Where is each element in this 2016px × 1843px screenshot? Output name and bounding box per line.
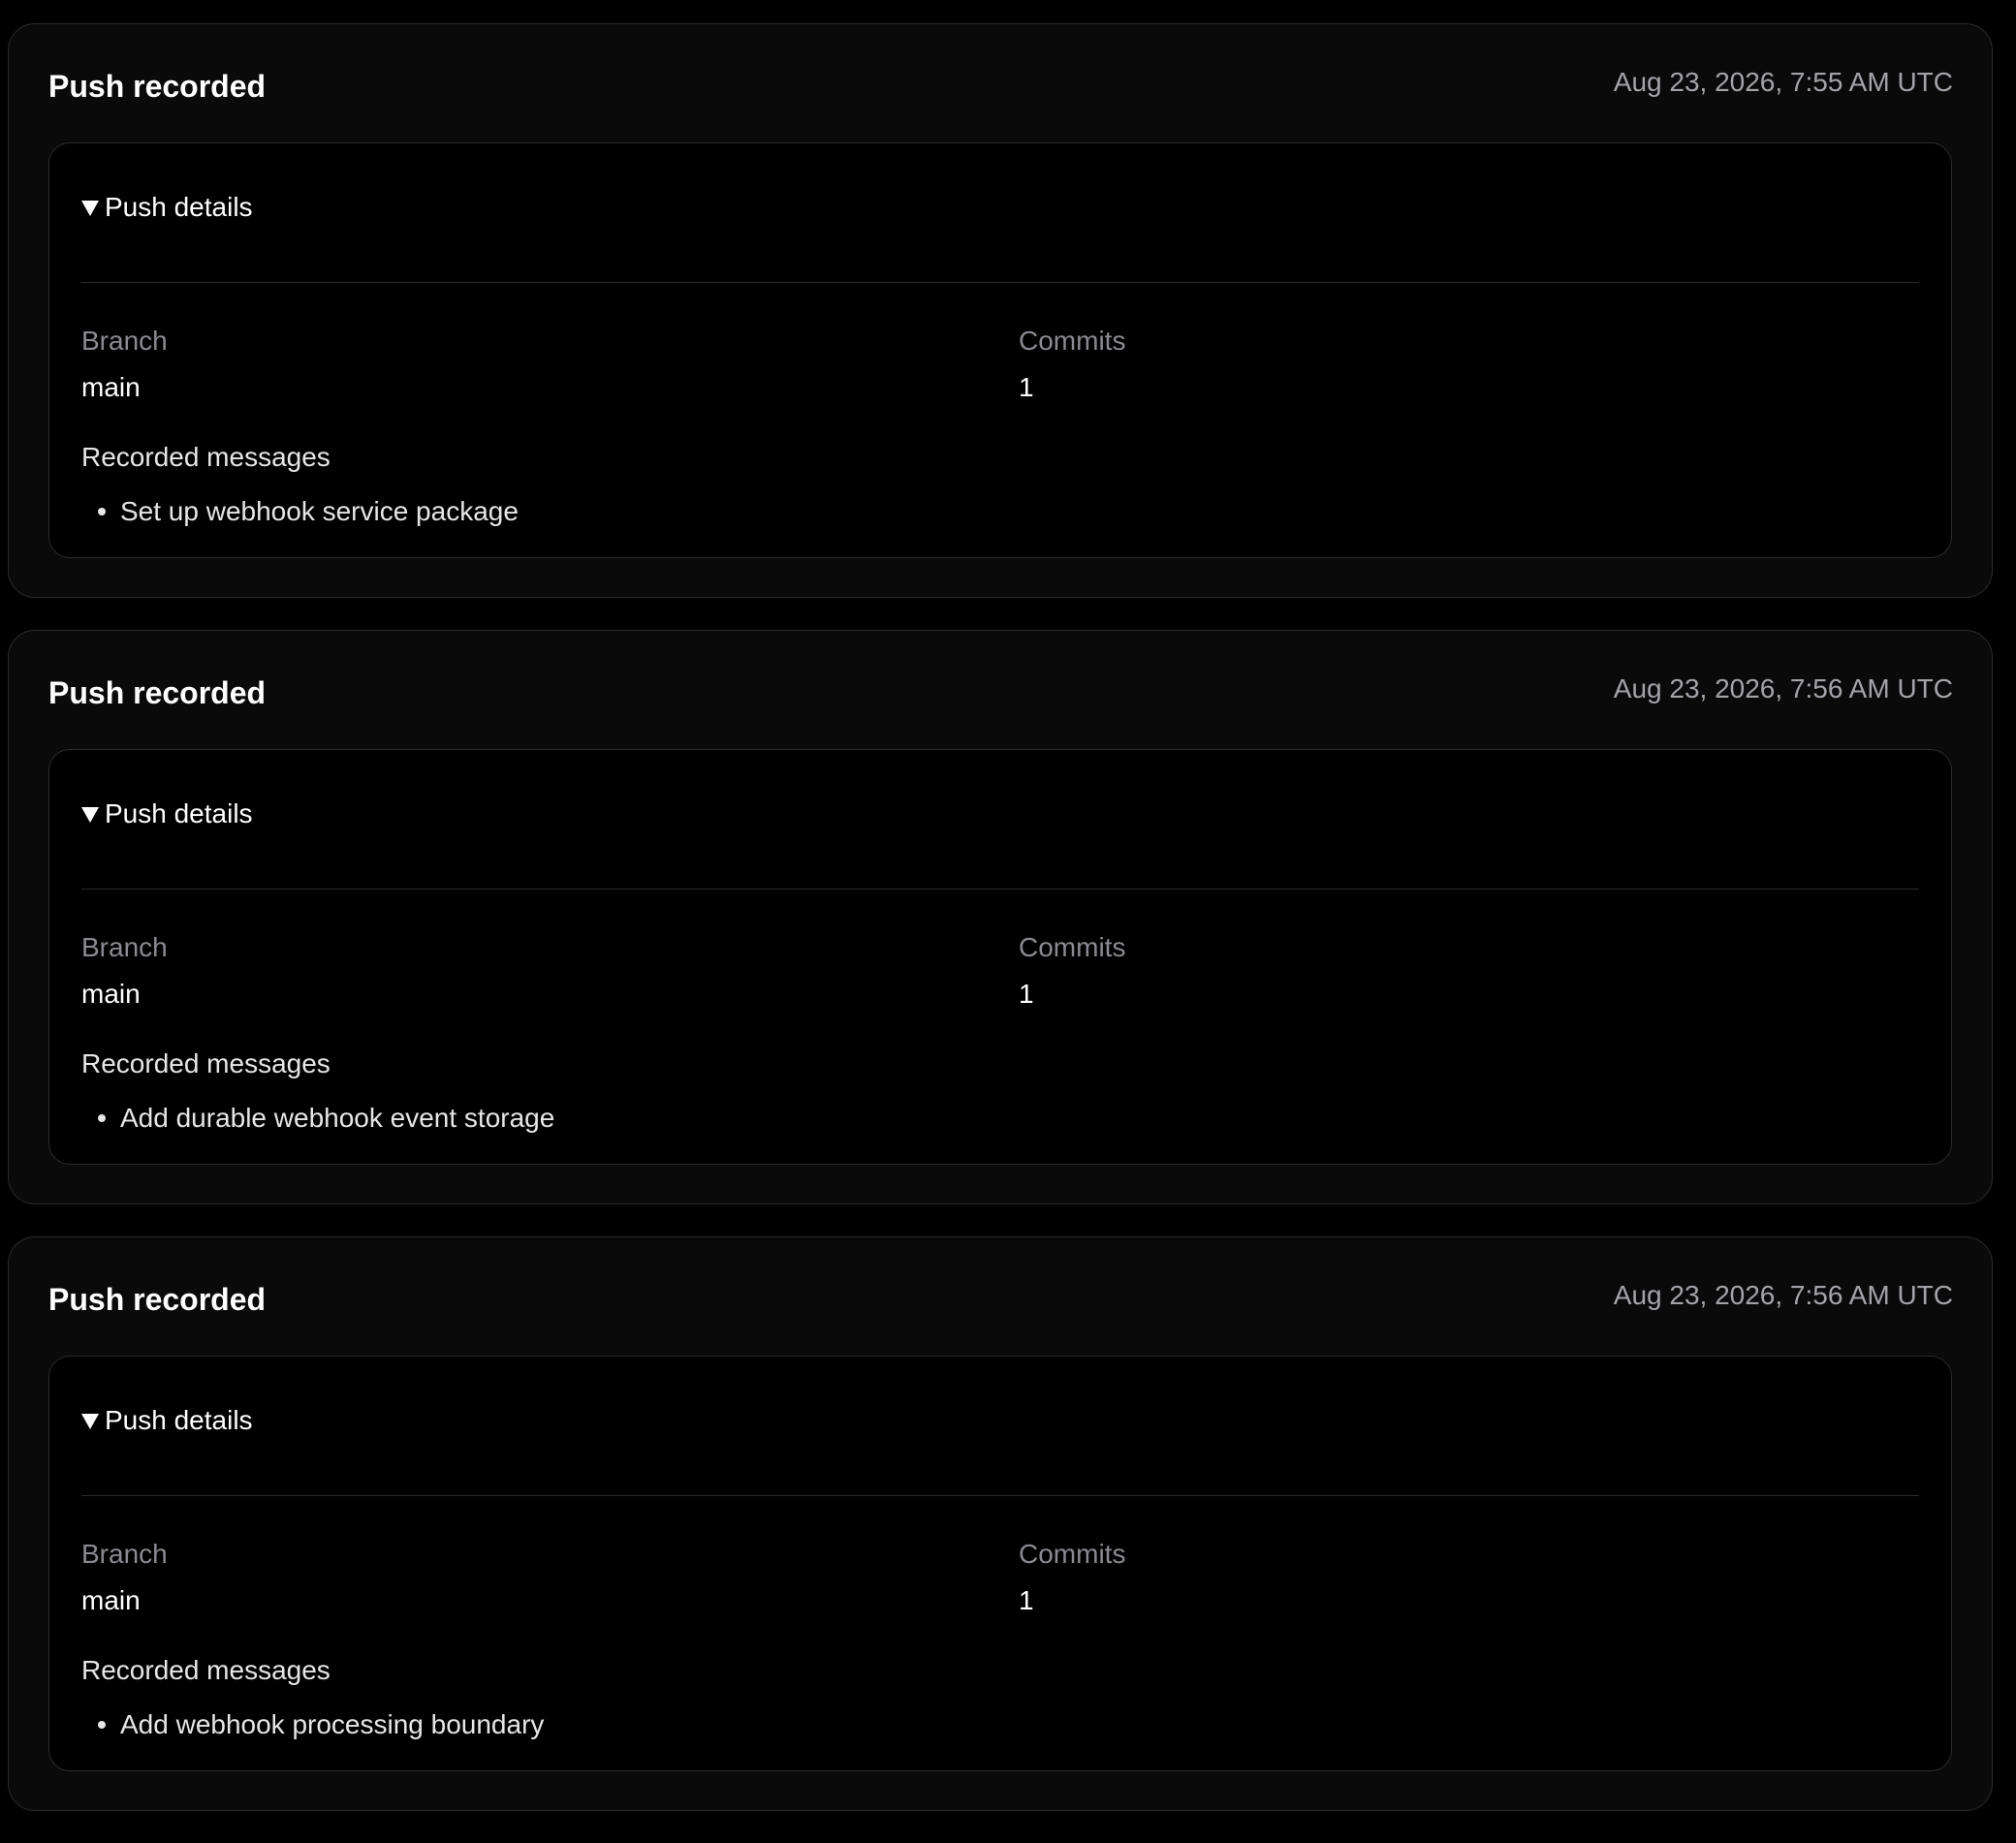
bullet-icon [98, 508, 106, 515]
commits-label: Commits [1019, 932, 1126, 962]
branch-value: main [81, 979, 141, 1009]
commit-message: Set up webhook service package [120, 496, 519, 526]
recorded-messages-label: Recorded messages [81, 1655, 331, 1685]
commits-value: 1 [1019, 372, 1034, 402]
branch-label: Branch [81, 1539, 168, 1569]
details-divider [81, 1495, 1919, 1496]
push-details-panel: Push details Branch main Commits 1 Recor… [48, 1356, 1952, 1771]
push-event-card: Push recorded Aug 23, 2026, 7:56 AM UTC … [8, 1236, 1993, 1811]
branch-label: Branch [81, 326, 168, 356]
commit-message: Add durable webhook event storage [120, 1103, 555, 1133]
details-divider [81, 282, 1919, 283]
event-timestamp: Aug 23, 2026, 7:56 AM UTC [1613, 673, 1953, 703]
push-details-toggle[interactable]: Push details [81, 194, 253, 221]
branch-value: main [81, 372, 141, 402]
branch-value: main [81, 1585, 141, 1615]
recorded-messages-list: Set up webhook service package [81, 498, 519, 525]
commits-label: Commits [1019, 1539, 1126, 1569]
event-title: Push recorded [48, 69, 267, 104]
push-event-feed: Push recorded Aug 23, 2026, 7:55 AM UTC … [8, 23, 1993, 1843]
list-item: Add durable webhook event storage [81, 1105, 554, 1132]
details-divider [81, 889, 1919, 890]
recorded-messages-list: Add webhook processing boundary [81, 1711, 544, 1738]
push-details-toggle[interactable]: Push details [81, 1407, 253, 1434]
commit-message: Add webhook processing boundary [120, 1709, 545, 1739]
bullet-icon [98, 1721, 106, 1729]
push-event-card: Push recorded Aug 23, 2026, 7:55 AM UTC … [8, 23, 1993, 598]
event-timestamp: Aug 23, 2026, 7:55 AM UTC [1613, 67, 1953, 97]
commits-value: 1 [1019, 979, 1034, 1009]
push-details-label: Push details [105, 1405, 253, 1435]
recorded-messages-label: Recorded messages [81, 1048, 331, 1078]
list-item: Set up webhook service package [81, 498, 519, 525]
push-details-panel: Push details Branch main Commits 1 Recor… [48, 749, 1952, 1165]
list-item: Add webhook processing boundary [81, 1711, 544, 1738]
push-details-toggle[interactable]: Push details [81, 800, 253, 828]
bullet-icon [98, 1114, 106, 1122]
recorded-messages-label: Recorded messages [81, 442, 331, 472]
recorded-messages-list: Add durable webhook event storage [81, 1105, 554, 1132]
disclosure-triangle-icon [81, 201, 99, 216]
event-title: Push recorded [48, 1282, 267, 1317]
event-title: Push recorded [48, 675, 267, 710]
disclosure-triangle-icon [81, 1414, 99, 1429]
branch-label: Branch [81, 932, 168, 962]
push-details-label: Push details [105, 798, 253, 828]
push-details-panel: Push details Branch main Commits 1 Recor… [48, 142, 1952, 558]
push-event-card: Push recorded Aug 23, 2026, 7:56 AM UTC … [8, 630, 1993, 1204]
commits-value: 1 [1019, 1585, 1034, 1615]
disclosure-triangle-icon [81, 807, 99, 823]
event-timestamp: Aug 23, 2026, 7:56 AM UTC [1613, 1280, 1953, 1310]
push-details-label: Push details [105, 192, 253, 222]
commits-label: Commits [1019, 326, 1126, 356]
